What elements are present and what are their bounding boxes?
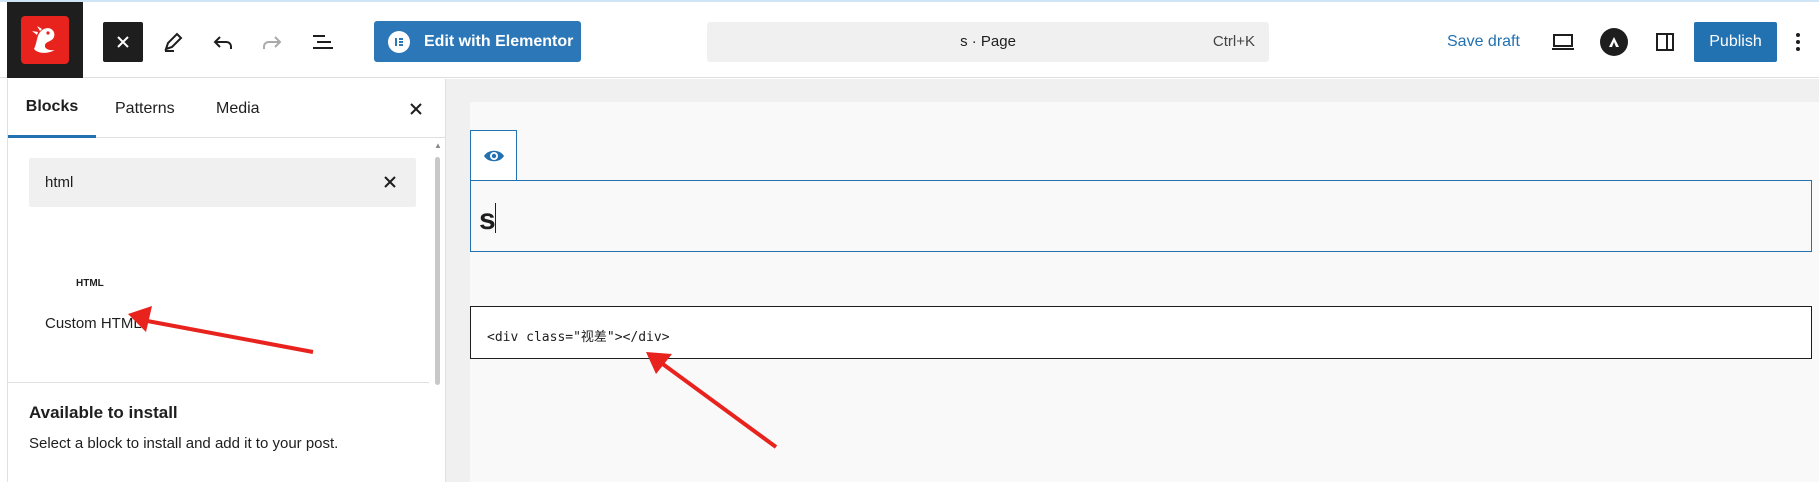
tab-blocks[interactable]: Blocks — [8, 79, 96, 138]
eye-icon — [483, 150, 504, 162]
redo-icon — [263, 36, 282, 49]
inserter-tabs: Blocks Patterns Media — [8, 79, 446, 138]
list-view-icon — [313, 35, 333, 49]
edit-with-elementor-label: Edit with Elementor — [424, 32, 574, 50]
document-title: s · Page — [960, 33, 1016, 50]
search-value: html — [45, 174, 74, 191]
close-icon — [410, 103, 422, 115]
edit-with-elementor-button[interactable]: Edit with Elementor — [374, 21, 581, 62]
scrollbar-thumb[interactable] — [435, 157, 440, 385]
tools-button[interactable] — [153, 22, 193, 62]
tab-patterns[interactable]: Patterns — [115, 79, 175, 138]
publish-button[interactable]: Publish — [1694, 22, 1777, 62]
close-panel-button[interactable] — [404, 97, 428, 121]
block-item-label: Custom HTML — [45, 315, 142, 332]
post-title-block[interactable]: s — [470, 180, 1812, 252]
panel-scrollbar[interactable]: ▲ — [433, 137, 442, 467]
desktop-icon — [1552, 34, 1574, 50]
settings-sidebar-button[interactable] — [1645, 22, 1685, 62]
redo-button[interactable] — [252, 22, 292, 62]
site-logo[interactable] — [7, 2, 83, 78]
available-to-install-heading: Available to install — [29, 403, 178, 422]
post-title[interactable]: s — [479, 203, 496, 237]
save-draft-button[interactable]: Save draft — [1447, 33, 1520, 51]
custom-html-block[interactable]: <div class="视差"></div> — [470, 306, 1812, 359]
undo-icon — [213, 36, 232, 49]
astra-settings-button[interactable] — [1600, 28, 1628, 56]
preview-button[interactable] — [1543, 22, 1583, 62]
dragon-logo-icon — [21, 16, 69, 64]
html-block-icon: HTML — [76, 278, 104, 289]
elementor-icon — [388, 30, 410, 53]
available-to-install-description: Select a block to install and add it to … — [29, 435, 339, 452]
divider — [8, 382, 429, 383]
scroll-up-icon: ▲ — [434, 141, 442, 150]
document-bar[interactable]: s · Page Ctrl+K — [707, 22, 1269, 62]
clear-search-button[interactable] — [378, 170, 402, 194]
block-inserter-panel: Blocks Patterns Media html HTML Custom H… — [7, 79, 446, 482]
text-caret — [495, 203, 496, 233]
editor-header: Edit with Elementor s · Page Ctrl+K Save… — [0, 0, 1819, 78]
editor-canvas — [470, 102, 1819, 482]
undo-button[interactable] — [203, 22, 243, 62]
sidebar-toggle-icon — [1656, 33, 1674, 51]
options-menu-button[interactable] — [1786, 22, 1810, 62]
more-vertical-icon — [1796, 33, 1800, 51]
document-overview-button[interactable] — [303, 22, 343, 62]
custom-html-block-item[interactable]: HTML Custom HTML — [42, 268, 172, 358]
close-icon — [117, 36, 129, 48]
tab-media[interactable]: Media — [216, 79, 260, 138]
command-shortcut: Ctrl+K — [1212, 33, 1255, 50]
close-icon — [384, 176, 396, 188]
pen-icon — [164, 32, 183, 52]
astra-icon — [1609, 37, 1619, 47]
close-inserter-button[interactable] — [103, 22, 143, 62]
html-code-content[interactable]: <div class="视差"></div> — [487, 326, 670, 345]
block-search-input[interactable]: html — [29, 158, 416, 207]
block-visibility-button[interactable] — [470, 130, 517, 181]
